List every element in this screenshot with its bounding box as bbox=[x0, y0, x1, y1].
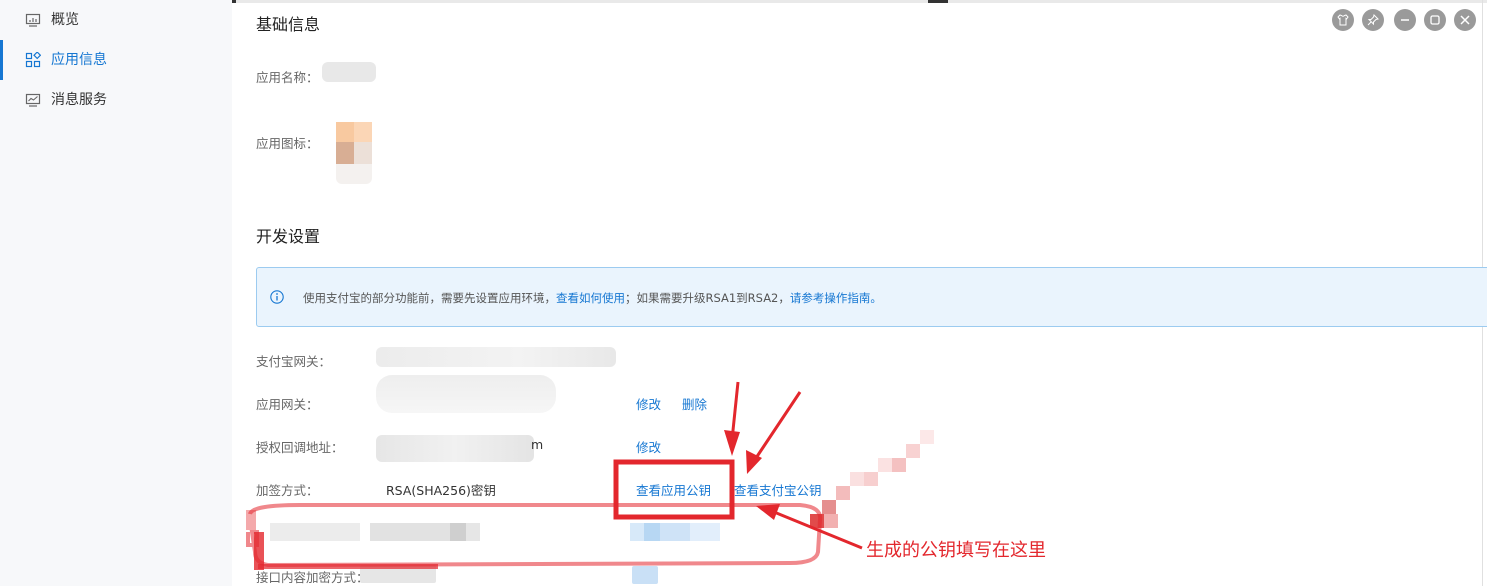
sidebar-item-label: 应用信息 bbox=[51, 52, 107, 68]
app-icon-label: 应用图标： bbox=[256, 136, 319, 151]
sidebar: 概览 应用信息 消息服务 bbox=[0, 0, 232, 586]
pin-icon bbox=[1367, 14, 1379, 26]
pin-button[interactable] bbox=[1362, 9, 1384, 31]
encrypt-method-action-redacted bbox=[632, 566, 658, 584]
annotation-text: 生成的公钥填写在这里 bbox=[866, 540, 1046, 561]
alipay-gateway-label: 支付宝网关： bbox=[256, 354, 332, 369]
app-gateway-label: 应用网关： bbox=[256, 397, 319, 412]
callback-url-value-redacted bbox=[376, 435, 534, 462]
view-alipay-public-key-link[interactable]: 查看支付宝公钥 bbox=[734, 480, 822, 499]
info-icon bbox=[270, 290, 284, 304]
redacted-row-action bbox=[630, 523, 720, 541]
dev-settings-title: 开发设置 bbox=[256, 227, 321, 246]
callback-url-label: 授权回调地址： bbox=[256, 440, 344, 455]
skin-button[interactable] bbox=[1332, 9, 1354, 31]
sidebar-item-label: 消息服务 bbox=[51, 92, 107, 108]
callback-url-tail: m bbox=[531, 437, 544, 452]
sidebar-item-app-info[interactable]: 应用信息 bbox=[0, 40, 232, 80]
basic-info-title: 基础信息 bbox=[256, 15, 321, 34]
redacted-row-value bbox=[270, 523, 480, 541]
app-name-value-redacted bbox=[322, 62, 376, 82]
sign-method-value: RSA(SHA256)密钥 bbox=[386, 483, 496, 498]
app-gateway-value-redacted bbox=[376, 375, 556, 413]
maximize-button[interactable] bbox=[1424, 9, 1446, 31]
sidebar-item-label: 概览 bbox=[51, 12, 79, 28]
callback-edit-link[interactable]: 修改 bbox=[636, 437, 661, 456]
setup-notice: 使用支付宝的部分功能前，需要先设置应用环境，查看如何使用；如果需要升级RSA1到… bbox=[256, 267, 1487, 327]
app-gateway-delete-link[interactable]: 删除 bbox=[682, 394, 707, 413]
guide-link[interactable]: 请参考操作指南。 bbox=[790, 291, 882, 305]
alipay-gateway-value-redacted bbox=[376, 347, 616, 367]
encrypt-method-label: 接口内容加密方式： bbox=[256, 570, 369, 585]
maximize-icon bbox=[1430, 15, 1440, 25]
shirt-icon bbox=[1337, 14, 1349, 26]
close-icon bbox=[1460, 15, 1470, 25]
sidebar-item-message-service[interactable]: 消息服务 bbox=[0, 80, 232, 120]
pixelated-decoration bbox=[810, 430, 950, 530]
app-icon-image bbox=[336, 122, 372, 184]
encrypt-method-value-redacted bbox=[360, 565, 436, 583]
chart-screen-icon bbox=[25, 93, 41, 107]
app-name-label: 应用名称： bbox=[256, 70, 319, 85]
app-gateway-edit-link[interactable]: 修改 bbox=[636, 394, 661, 413]
how-to-use-link[interactable]: 查看如何使用 bbox=[556, 291, 625, 305]
sidebar-item-overview[interactable]: 概览 bbox=[0, 0, 232, 40]
minimize-button[interactable] bbox=[1394, 9, 1416, 31]
close-button[interactable] bbox=[1454, 9, 1476, 31]
monitor-icon bbox=[25, 13, 41, 27]
apps-grid-icon bbox=[25, 52, 41, 68]
sign-method-label: 加签方式： bbox=[256, 483, 319, 498]
notice-middle: ；如果需要升级RSA1到RSA2， bbox=[625, 291, 790, 305]
view-app-public-key-link[interactable]: 查看应用公钥 bbox=[636, 480, 711, 499]
minimize-icon bbox=[1401, 19, 1409, 21]
notice-prefix: 使用支付宝的部分功能前，需要先设置应用环境， bbox=[303, 291, 556, 305]
notice-text: 使用支付宝的部分功能前，需要先设置应用环境，查看如何使用；如果需要升级RSA1到… bbox=[303, 290, 882, 306]
